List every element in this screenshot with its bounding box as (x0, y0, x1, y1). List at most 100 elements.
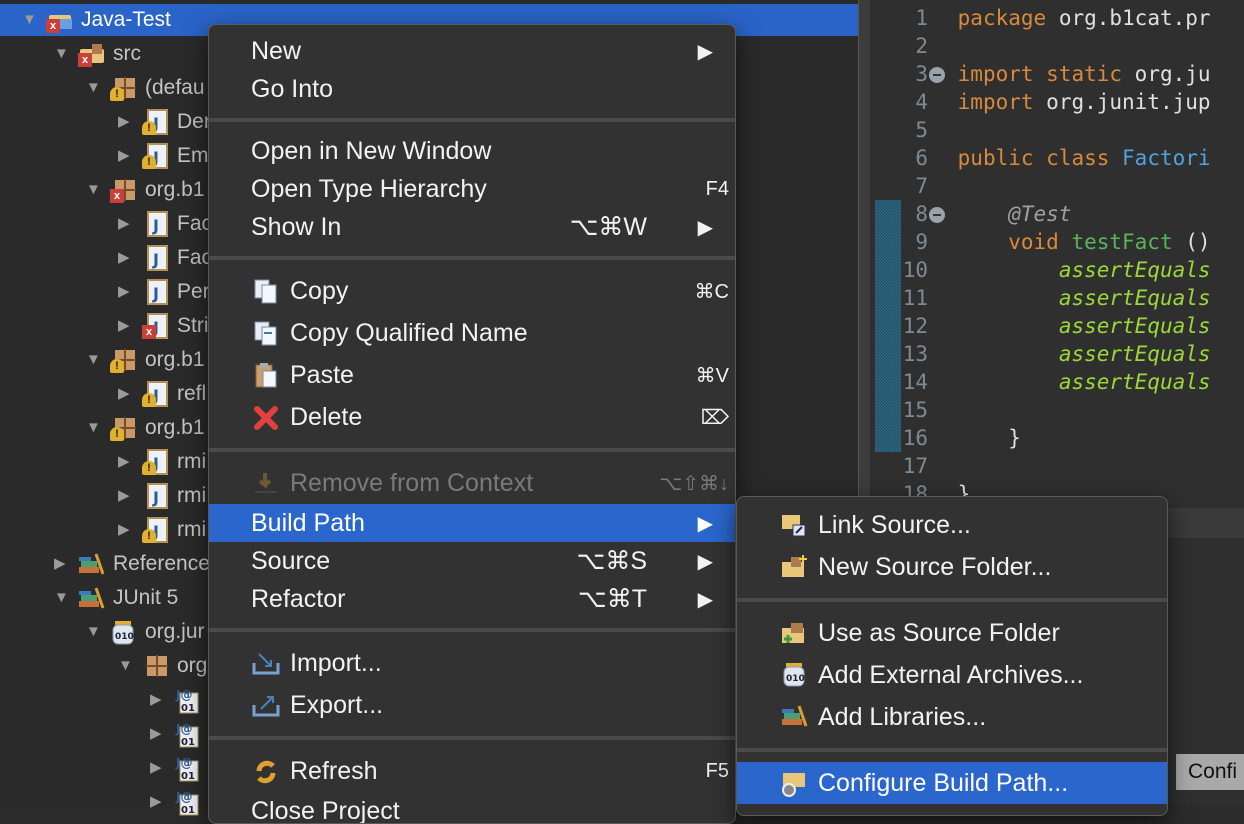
expanded-arrow-icon[interactable]: ▼ (22, 12, 38, 28)
menu-item-label: Copy (290, 277, 348, 306)
menu-item-copy[interactable]: Copy⌘C (209, 270, 735, 312)
menu-item-add-libraries[interactable]: Add Libraries... (737, 696, 1167, 738)
collapsed-arrow-icon[interactable]: ▶ (54, 556, 70, 572)
line-number: 2 (870, 32, 928, 60)
submenu-arrow-icon: ▶ (698, 511, 713, 536)
line-number: 3 (870, 60, 928, 88)
menu-item-configure-build-path[interactable]: Configure Build Path... (737, 762, 1167, 804)
java-file-icon: J! (140, 449, 170, 475)
code-line: 10 assertEquals (870, 256, 1244, 284)
java-file-icon: J (140, 245, 170, 271)
expanded-arrow-icon[interactable]: ▼ (86, 624, 102, 640)
menu-item-link-source[interactable]: Link Source... (737, 504, 1167, 546)
collapsed-arrow-icon[interactable]: ▶ (118, 250, 134, 266)
collapsed-arrow-icon[interactable]: ▶ (118, 148, 134, 164)
line-number: 9 (870, 228, 928, 256)
fold-toggle-icon[interactable] (929, 207, 945, 223)
collapsed-arrow-icon[interactable]: ▶ (118, 488, 134, 504)
expanded-arrow-icon[interactable]: ▼ (86, 420, 102, 436)
menu-item-close-project[interactable]: Close Project (209, 792, 735, 824)
expanded-arrow-icon[interactable]: ▼ (54, 46, 70, 62)
collapsed-arrow-icon[interactable]: ▶ (150, 692, 166, 708)
line-number: 8 (870, 200, 928, 228)
menu-item-new-source-folder[interactable]: New Source Folder... (737, 546, 1167, 588)
menu-item-build-path[interactable]: Build Path▶ (209, 504, 735, 542)
menu-item-add-external-archives[interactable]: 010Add External Archives... (737, 654, 1167, 696)
menu-item-import[interactable]: Import... (209, 642, 735, 684)
java-file-icon: J (140, 211, 170, 237)
menu-item-open-type-hierarchy[interactable]: Open Type HierarchyF4 (209, 170, 735, 208)
collapsed-arrow-icon[interactable]: ▶ (150, 726, 166, 742)
delete-icon (251, 403, 281, 431)
expanded-arrow-icon[interactable]: ▼ (86, 352, 102, 368)
menu-item-delete[interactable]: Delete⌦ (209, 396, 735, 438)
warning-badge-icon: ! (142, 121, 156, 135)
menu-item-source[interactable]: Source⌥⌘S▶ (209, 542, 735, 580)
menu-item-label: Paste (290, 361, 354, 390)
menu-item-label: Import... (290, 649, 382, 678)
error-badge-icon: x (46, 19, 60, 33)
tree-item-label: org.b1 (145, 348, 205, 372)
tree-item-label: org.b1 (145, 178, 205, 202)
menu-item-use-as-source-folder[interactable]: Use as Source Folder (737, 612, 1167, 654)
collapsed-arrow-icon[interactable]: ▶ (118, 216, 134, 232)
svg-text:010: 010 (115, 632, 134, 642)
menu-item-label: Show In (251, 213, 341, 242)
tree-item-label: Fac (177, 246, 212, 270)
code-token: void (1008, 230, 1071, 254)
remove-context-icon (251, 469, 281, 497)
menu-item-new[interactable]: New▶ (209, 32, 735, 70)
menu-item-label: Use as Source Folder (818, 619, 1060, 648)
submenu-arrow-icon: ▶ (698, 39, 713, 64)
collapsed-arrow-icon[interactable]: ▶ (118, 386, 134, 402)
expanded-arrow-icon[interactable]: ▼ (54, 590, 70, 606)
fold-toggle-icon[interactable] (929, 67, 945, 83)
collapsed-arrow-icon[interactable]: ▶ (118, 284, 134, 300)
code-token: assertEquals (1059, 342, 1211, 366)
configure-button[interactable]: Confi (1176, 754, 1244, 790)
error-badge-icon: x (142, 325, 156, 339)
menu-separator (737, 588, 1167, 612)
collapsed-arrow-icon[interactable]: ▶ (118, 114, 134, 130)
error-badge-icon: x (110, 189, 124, 203)
menu-item-go-into[interactable]: Go Into (209, 70, 735, 108)
code-line: 6 public class Factori (870, 144, 1244, 172)
library-icon (779, 703, 809, 731)
code-token (958, 342, 1059, 366)
menu-item-paste[interactable]: Paste⌘V (209, 354, 735, 396)
code-line: 5 (870, 116, 1244, 144)
expanded-arrow-icon[interactable]: ▼ (86, 80, 102, 96)
collapsed-arrow-icon[interactable]: ▶ (150, 794, 166, 810)
class-file-icon: J@01 (172, 721, 202, 747)
class-file-icon: J@01 (172, 755, 202, 781)
svg-text:J: J (152, 488, 159, 507)
line-number: 5 (870, 116, 928, 144)
expanded-arrow-icon[interactable]: ▼ (86, 182, 102, 198)
line-number: 13 (870, 340, 928, 368)
collapsed-arrow-icon[interactable]: ▶ (150, 760, 166, 776)
menu-item-copy-qualified-name[interactable]: Copy Qualified Name (209, 312, 735, 354)
code-token: org.junit.jup (1046, 90, 1210, 114)
code-line: 8 @Test (870, 200, 1244, 228)
code-line: 9 void testFact () (870, 228, 1244, 256)
collapsed-arrow-icon[interactable]: ▶ (118, 522, 134, 538)
tree-item-label: org.jur (145, 620, 205, 644)
expanded-arrow-icon[interactable]: ▼ (118, 658, 134, 674)
svg-text:J@: J@ (175, 790, 192, 804)
build-path-submenu: Link Source...New Source Folder... Use as… (736, 496, 1168, 816)
tree-item-label: refl (177, 382, 206, 406)
menu-item-show-in[interactable]: Show In⌥⌘W▶ (209, 208, 735, 246)
menu-item-refactor[interactable]: Refactor⌥⌘T▶ (209, 580, 735, 618)
menu-item-open-in-new-window[interactable]: Open in New Window (209, 132, 735, 170)
collapsed-arrow-icon[interactable]: ▶ (118, 454, 134, 470)
package-icon: ! (108, 415, 138, 441)
menu-item-refresh[interactable]: RefreshF5 (209, 750, 735, 792)
svg-text:01: 01 (181, 805, 195, 816)
collapsed-arrow-icon[interactable]: ▶ (118, 318, 134, 334)
menu-item-export[interactable]: Export... (209, 684, 735, 726)
code-token: assertEquals (1059, 314, 1211, 338)
copy-icon (251, 277, 281, 305)
menu-shortcut: ⌦ (701, 405, 729, 430)
code-token: testFact (1071, 230, 1185, 254)
menu-item-label: Configure Build Path... (818, 769, 1068, 798)
